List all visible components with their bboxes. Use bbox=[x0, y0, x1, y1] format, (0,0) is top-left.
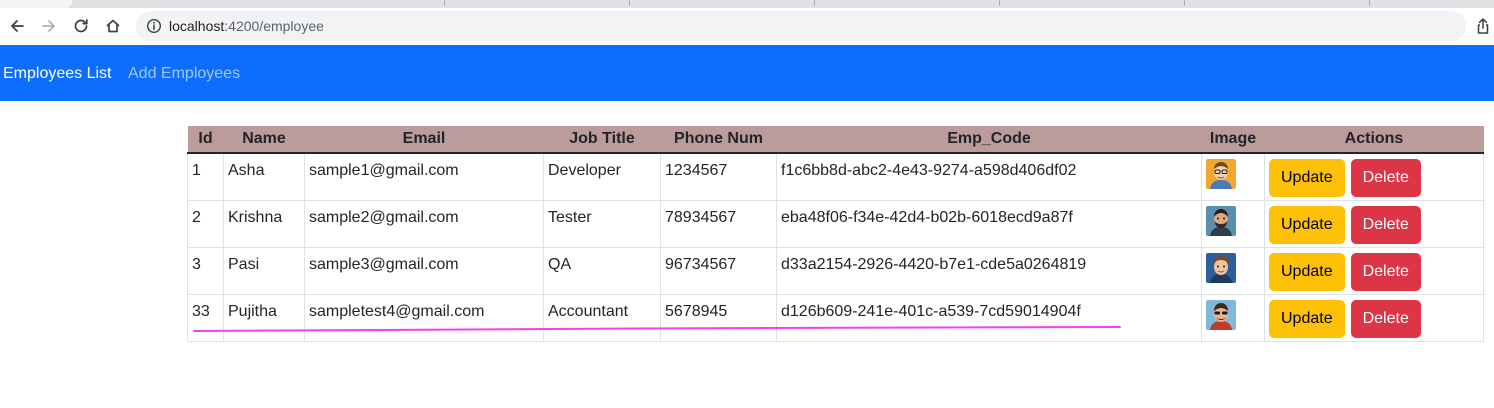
nav-employees-list[interactable]: Employees List bbox=[3, 64, 112, 83]
active-browser-tab[interactable] bbox=[0, 0, 72, 8]
cell-emp-code: f1c6bb8d-abc2-4e43-9274-a598d406df02 bbox=[781, 162, 1077, 179]
table-row: 1 Asha sample1@gmail.com Developer 12345… bbox=[187, 152, 1484, 201]
cell-email: sampletest4@gmail.com bbox=[309, 303, 485, 320]
tab-separator bbox=[999, 0, 1000, 6]
cell-id: 2 bbox=[192, 209, 201, 226]
employees-table: Id Name Email Job Title Phone Num Emp_Co… bbox=[187, 126, 1484, 342]
tab-separator bbox=[1184, 0, 1185, 6]
cell-emp-code: eba48f06-f34e-42d4-b02b-6018ecd9a87f bbox=[781, 209, 1073, 226]
col-header-image: Image bbox=[1201, 126, 1265, 154]
address-bar[interactable]: localhost:4200/employee bbox=[136, 11, 1466, 41]
cell-phone: 78934567 bbox=[665, 209, 737, 226]
highlight-underline-annotation bbox=[193, 326, 1121, 332]
col-header-phone: Phone Num bbox=[660, 126, 777, 154]
forward-arrow-icon[interactable] bbox=[39, 16, 59, 36]
table-row: 33 Pujitha sampletest4@gmail.com Account… bbox=[187, 294, 1484, 342]
delete-button[interactable]: Delete bbox=[1350, 159, 1421, 197]
cell-email: sample2@gmail.com bbox=[309, 209, 459, 226]
cell-email: sample1@gmail.com bbox=[309, 162, 459, 179]
update-button[interactable]: Update bbox=[1269, 253, 1345, 291]
col-header-id: Id bbox=[187, 126, 224, 154]
browser-tabstrip bbox=[0, 0, 1494, 8]
update-button[interactable]: Update bbox=[1269, 159, 1345, 197]
cell-id: 33 bbox=[192, 303, 210, 320]
cell-job-title: QA bbox=[548, 256, 572, 273]
avatar-beard-icon bbox=[1206, 206, 1236, 236]
avatar-young-man-icon bbox=[1206, 253, 1236, 283]
url-host: localhost bbox=[169, 18, 225, 34]
delete-button[interactable]: Delete bbox=[1350, 206, 1421, 244]
reload-icon[interactable] bbox=[71, 16, 91, 36]
table-row: 2 Krishna sample2@gmail.com Tester 78934… bbox=[187, 200, 1484, 248]
cell-name: Asha bbox=[228, 162, 265, 179]
share-icon[interactable] bbox=[1474, 17, 1492, 35]
cell-phone: 96734567 bbox=[665, 256, 737, 273]
tab-separator bbox=[1369, 0, 1370, 6]
tab-separator bbox=[629, 0, 630, 6]
tab-separator bbox=[444, 0, 445, 6]
delete-button[interactable]: Delete bbox=[1350, 253, 1421, 291]
avatar-sunglasses-icon bbox=[1206, 300, 1236, 330]
cell-job-title: Tester bbox=[548, 209, 592, 226]
cell-emp-code: d126b609-241e-401c-a539-7cd59014904f bbox=[781, 303, 1081, 320]
col-header-emp-code: Emp_Code bbox=[776, 126, 1202, 154]
cell-email: sample3@gmail.com bbox=[309, 256, 459, 273]
avatar-glasses-icon bbox=[1206, 159, 1236, 189]
url-path: :4200/employee bbox=[224, 18, 324, 34]
tab-separator bbox=[814, 0, 815, 6]
col-header-name: Name bbox=[223, 126, 305, 154]
cell-emp-code: d33a2154-2926-4420-b7e1-cde5a0264819 bbox=[781, 256, 1087, 273]
update-button[interactable]: Update bbox=[1269, 300, 1345, 338]
url-text: localhost:4200/employee bbox=[169, 18, 324, 34]
table-header-row: Id Name Email Job Title Phone Num Emp_Co… bbox=[187, 126, 1484, 154]
cell-name: Pujitha bbox=[228, 303, 277, 320]
home-icon[interactable] bbox=[103, 16, 123, 36]
nav-add-employees[interactable]: Add Employees bbox=[128, 64, 240, 83]
cell-name: Pasi bbox=[228, 256, 260, 273]
browser-toolbar: localhost:4200/employee bbox=[0, 8, 1494, 45]
col-header-actions: Actions bbox=[1264, 126, 1484, 154]
cell-id: 1 bbox=[192, 162, 201, 179]
col-header-email: Email bbox=[304, 126, 544, 154]
cell-phone: 5678945 bbox=[665, 303, 728, 320]
delete-button[interactable]: Delete bbox=[1350, 300, 1421, 338]
update-button[interactable]: Update bbox=[1269, 206, 1345, 244]
cell-job-title: Developer bbox=[548, 162, 621, 179]
cell-name: Krishna bbox=[228, 209, 283, 226]
cell-phone: 1234567 bbox=[665, 162, 728, 179]
cell-id: 3 bbox=[192, 256, 201, 273]
table-row: 3 Pasi sample3@gmail.com QA 96734567 d33… bbox=[187, 247, 1484, 295]
cell-job-title: Accountant bbox=[548, 303, 629, 320]
app-navbar: Employees List Add Employees bbox=[0, 45, 1494, 101]
col-header-job-title: Job Title bbox=[543, 126, 661, 154]
back-arrow-icon[interactable] bbox=[7, 16, 27, 36]
site-info-icon[interactable] bbox=[146, 18, 162, 34]
